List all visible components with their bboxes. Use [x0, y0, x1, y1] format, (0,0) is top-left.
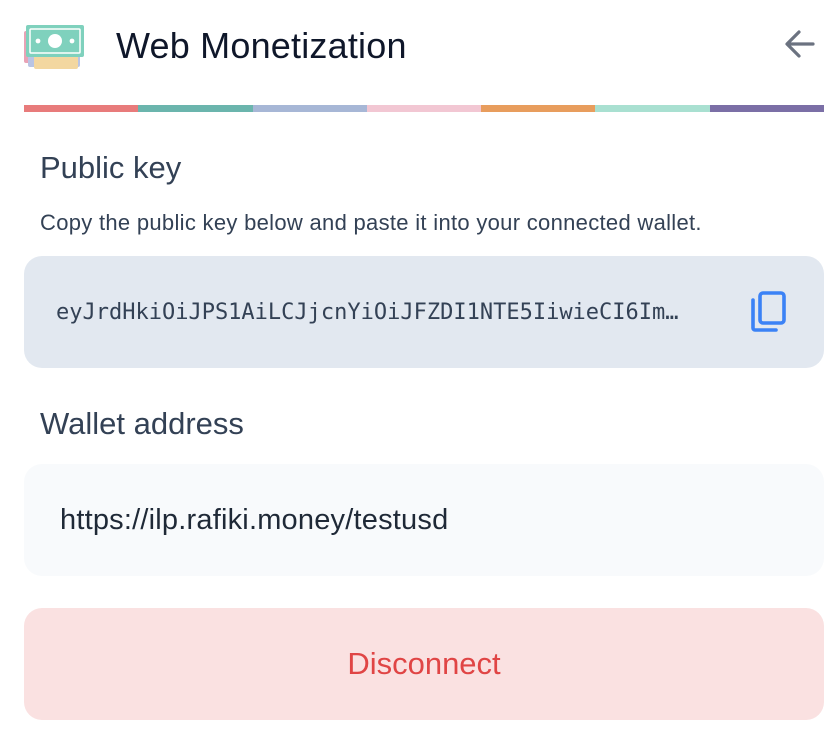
color-stripe [24, 105, 824, 112]
public-key-box: eyJrdHkiOiJPS1AiLCJjcnYiOiJFZDI1NTE5Iiwi… [24, 256, 824, 368]
public-key-description: Copy the public key below and paste it i… [40, 210, 702, 235]
disconnect-button[interactable]: Disconnect [24, 608, 824, 720]
wallet-address-value[interactable]: https://ilp.rafiki.money/testusd [60, 504, 448, 537]
stripe-segment [138, 105, 253, 112]
wallet-address-field: https://ilp.rafiki.money/testusd [24, 464, 824, 576]
wallet-address-heading: Wallet address [40, 406, 244, 441]
money-bill-icon [24, 25, 84, 69]
header: Web Monetization [24, 14, 824, 78]
stripe-segment [595, 105, 710, 112]
copy-button[interactable] [748, 291, 788, 333]
stripe-segment [252, 105, 367, 112]
arrow-left-icon [785, 30, 815, 58]
stripe-segment [366, 105, 482, 112]
public-key-value[interactable]: eyJrdHkiOiJPS1AiLCJjcnYiOiJFZDI1NTE5Iiwi… [56, 300, 736, 325]
public-key-heading: Public key [40, 150, 182, 185]
page-title: Web Monetization [116, 25, 407, 66]
stripe-segment [24, 105, 139, 112]
stripe-segment [481, 105, 596, 112]
stripe-segment [709, 105, 824, 112]
back-button[interactable] [782, 26, 818, 62]
copy-icon [751, 291, 786, 332]
popup-root: Web Monetization Public key Copy the pub… [0, 0, 839, 740]
